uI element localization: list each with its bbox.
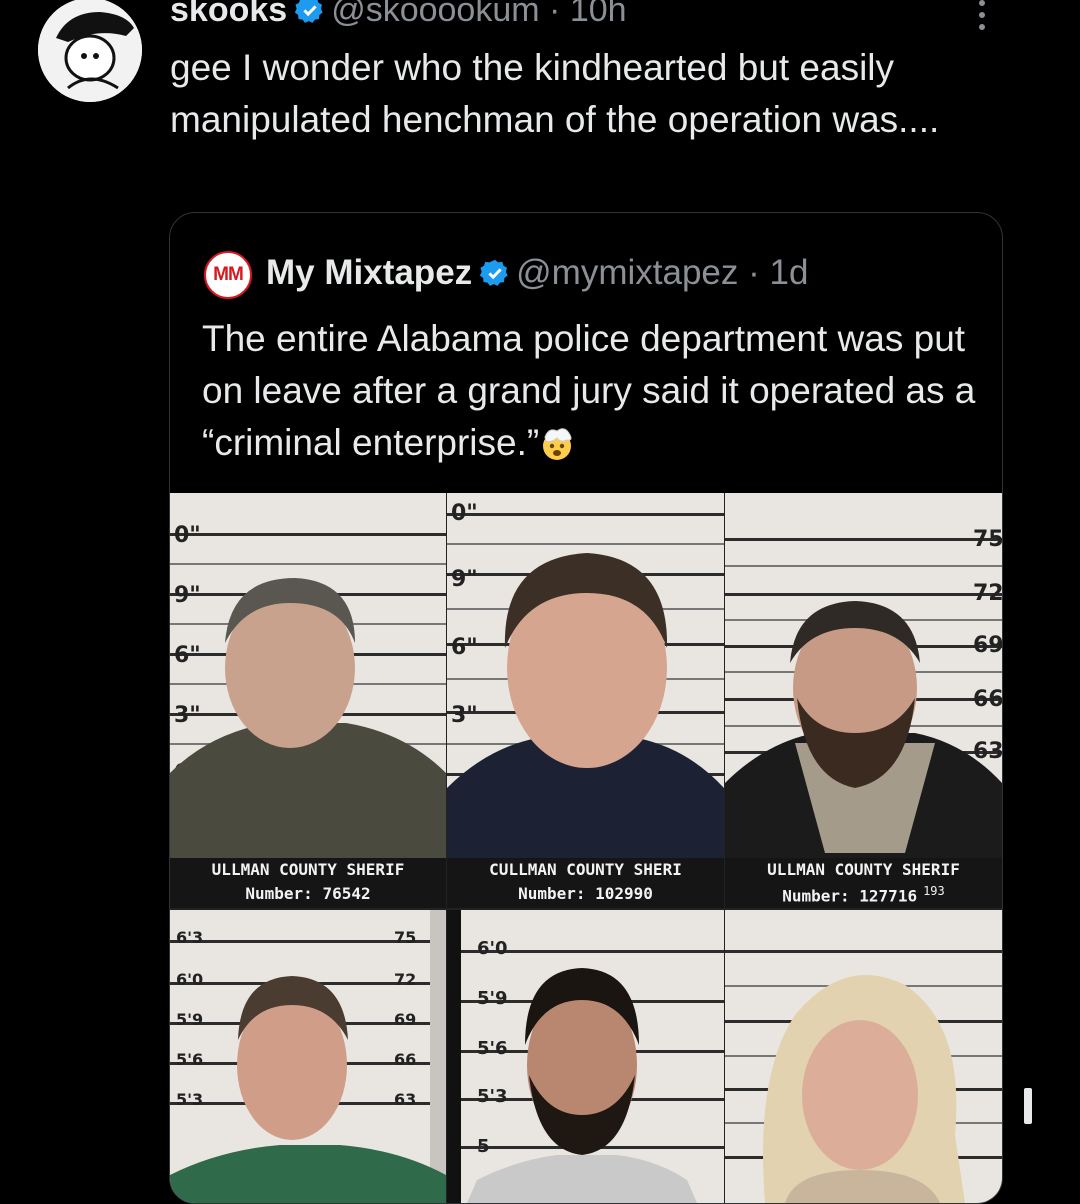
mugshot-2[interactable]: 0" 9" 6" 3" CULLMAN COUNTY SHERI Number:… <box>447 493 724 908</box>
person-photo <box>467 968 697 1203</box>
sheriff-name: ULLMAN COUNTY SHERIF <box>211 860 405 879</box>
sheriff-name: ULLMAN COUNTY SHERIF <box>767 860 960 879</box>
tweet-text: gee I wonder who the kindhearted but eas… <box>170 47 940 140</box>
person-photo <box>447 553 724 863</box>
quoted-tweet-header: My Mixtapez @mymixtapez · 1d <box>266 247 808 303</box>
author-handle[interactable]: @skooookum <box>331 0 539 29</box>
mugshot-4[interactable]: 6'3 6'0 5'9 5'6 5'3 75 72 69 66 63 <box>170 910 446 1203</box>
more-vertical-icon[interactable] <box>972 0 992 32</box>
tweet-header: skooks @skooookum · 10h <box>170 0 627 36</box>
scroll-indicator[interactable] <box>1024 1088 1032 1124</box>
height-label: 75 <box>973 527 1002 552</box>
mugshot-5[interactable]: 6'0 5'9 5'6 5'3 5 <box>447 910 724 1203</box>
verified-badge-icon <box>480 251 510 303</box>
booking-number: Number: 127716 <box>782 886 918 906</box>
quoted-author-handle[interactable]: @mymixtapez <box>516 253 738 292</box>
quoted-tweet-text: The entire Alabama police department was… <box>202 313 992 475</box>
mugshot-3[interactable]: 75 72 69 66 63 ULLMAN COUNTY SHERIF Numb… <box>725 493 1002 908</box>
quoted-tweet-body: The entire Alabama police department was… <box>202 318 976 463</box>
sheriff-name: CULLMAN COUNTY SHERI <box>489 860 682 879</box>
mugshot-image-grid[interactable]: 0" 9" 6" 3" 0 ULLMAN COUNTY SHERIF Numbe… <box>170 493 1002 1203</box>
height-label: 6'3 <box>176 928 204 947</box>
person-photo <box>725 601 1002 863</box>
exploding-head-emoji-icon <box>539 423 575 475</box>
quoted-author-name[interactable]: My Mixtapez <box>266 253 472 292</box>
extra-number: 193 <box>923 884 945 898</box>
tweet-time[interactable]: 10h <box>570 0 627 29</box>
verified-badge-icon <box>295 0 325 36</box>
author-name[interactable]: skooks <box>170 0 287 29</box>
person-photo <box>763 975 965 1203</box>
quoted-tweet-time[interactable]: 1d <box>770 253 809 292</box>
separator-dot: · <box>549 0 561 29</box>
height-label: 0" <box>174 523 201 548</box>
booking-number: Number: 76542 <box>245 884 371 903</box>
author-avatar[interactable] <box>38 0 142 102</box>
mugshot-6[interactable] <box>725 910 1002 1203</box>
sheriff-caption: ULLMAN COUNTY SHERIF Number: 127716 193 <box>725 858 1002 908</box>
cartoon-avatar-icon <box>38 0 142 102</box>
height-label: 75 <box>394 928 417 947</box>
person-photo <box>170 976 446 1203</box>
sheriff-caption: CULLMAN COUNTY SHERI Number: 102990 <box>447 858 724 908</box>
quoted-author-logo[interactable]: MM <box>204 251 252 299</box>
logo-text: MM <box>213 264 244 285</box>
booking-number: Number: 102990 <box>518 884 653 903</box>
person-photo <box>170 578 446 863</box>
mugshot-1[interactable]: 0" 9" 6" 3" 0 ULLMAN COUNTY SHERIF Numbe… <box>170 493 446 908</box>
height-label: 6'0 <box>477 938 508 959</box>
sheriff-caption: ULLMAN COUNTY SHERIF Number: 76542 <box>170 858 446 908</box>
separator-dot: · <box>748 253 760 292</box>
quoted-tweet-card[interactable]: MM My Mixtapez @mymixtapez · 1d The entir… <box>169 212 1003 1204</box>
height-label: 0" <box>451 501 478 526</box>
